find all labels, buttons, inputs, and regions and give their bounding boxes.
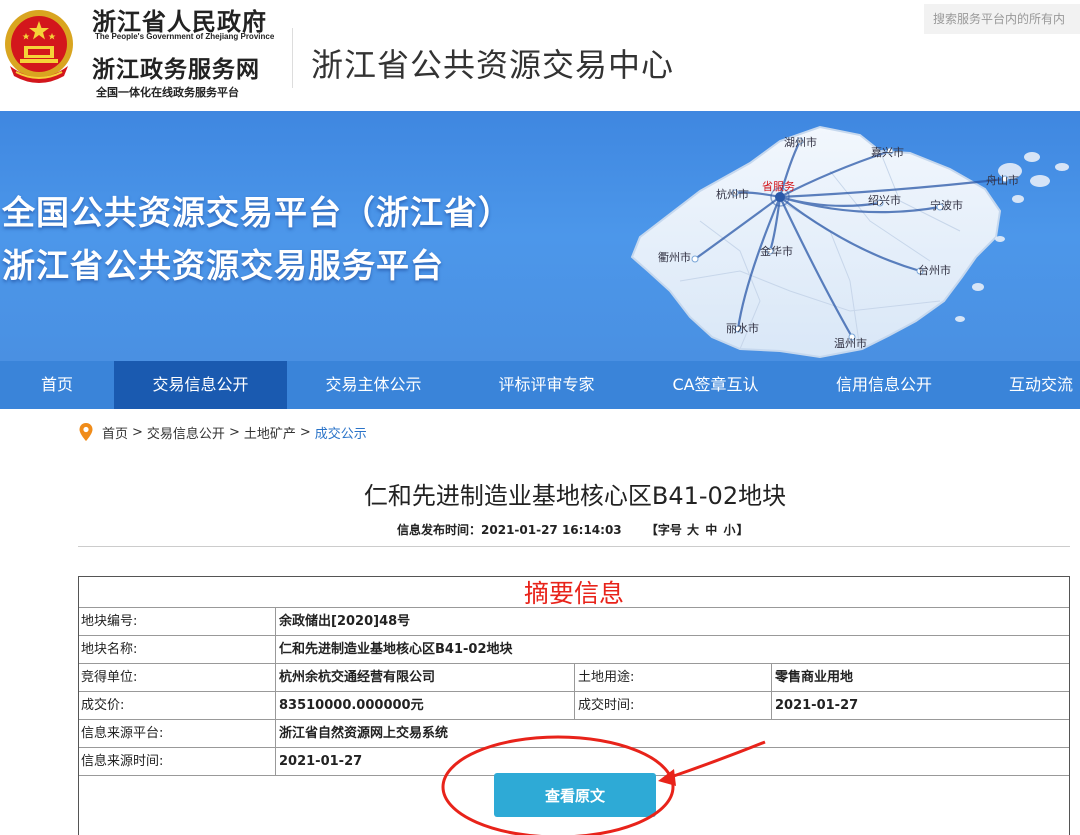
- cell-divider: [771, 692, 772, 719]
- map-label-jiaxing: 嘉兴市: [871, 145, 904, 159]
- nav-item-ca-signature[interactable]: CA签章互认: [633, 361, 798, 409]
- map-label-zhoushan: 舟山市: [986, 173, 1019, 187]
- site-header: 浙江省人民政府 The People's Government of Zheji…: [0, 0, 1080, 111]
- parcel-no-label: 地块编号:: [81, 614, 138, 629]
- summary-table: 摘要信息 地块编号: 余政储出[2020]48号 地块名称: 仁和先进制造业基地…: [78, 576, 1070, 835]
- source-platform-label: 信息来源平台:: [81, 726, 164, 741]
- deal-time-label: 成交时间:: [578, 698, 635, 713]
- winner-label: 竞得单位:: [81, 670, 138, 685]
- font-size-label: 【字号: [645, 523, 682, 537]
- article-title: 仁和先进制造业基地核心区B41-02地块: [363, 482, 787, 510]
- source-time-label: 信息来源时间:: [81, 754, 164, 769]
- cell-divider: [574, 664, 575, 691]
- nav-item-trade-subjects[interactable]: 交易主体公示: [287, 361, 460, 409]
- map-label-hub: 省服务: [762, 180, 795, 193]
- banner-title-line1: 全国公共资源交易平台（浙江省）: [2, 193, 512, 232]
- price-value: 83510000.000000元: [279, 698, 424, 713]
- crumb-land-mineral[interactable]: 土地矿产: [244, 423, 296, 442]
- land-use-label: 土地用途:: [578, 670, 635, 685]
- cell-divider: [275, 720, 276, 747]
- source-platform-value: 浙江省自然资源网上交易系统: [279, 726, 449, 741]
- nav-item-experts[interactable]: 评标评审专家: [460, 361, 633, 409]
- map-label-jinhua: 金华市: [760, 244, 793, 258]
- map-label-quzhou: 衢州市: [658, 250, 691, 264]
- crumb-separator: >: [228, 424, 240, 440]
- map-label-taizhou: 台州市: [918, 263, 951, 277]
- cell-divider: [275, 636, 276, 663]
- crumb-separator: >: [132, 424, 143, 440]
- cell-divider: [574, 692, 575, 719]
- main-nav: 首页 交易信息公开 交易主体公示 评标评审专家 CA签章互认 信用信息公开 互动…: [0, 361, 1080, 409]
- crumb-home[interactable]: 首页: [102, 423, 128, 442]
- crumb-deal-notice[interactable]: 成交公示: [315, 423, 367, 442]
- service-subtitle: 全国一体化在线政务服务平台: [96, 86, 239, 99]
- font-size-small[interactable]: 小: [723, 523, 735, 537]
- breadcrumb: 首页 > 交易信息公开 > 土地矿产 > 成交公示: [78, 421, 367, 443]
- source-time-value: 2021-01-27: [279, 754, 363, 769]
- crumb-separator: >: [299, 424, 311, 440]
- cell-divider: [771, 664, 772, 691]
- map-label-huzhou: 湖州市: [784, 135, 817, 149]
- zhejiang-map-graphic: 湖州市 嘉兴市 杭州市 省服务 绍兴市 宁波市 舟山市 衢州市 金华市 台州市 …: [630, 125, 1069, 359]
- nav-item-credit-info[interactable]: 信用信息公开: [798, 361, 970, 409]
- map-label-hangzhou: 杭州市: [716, 187, 749, 201]
- nav-item-interaction[interactable]: 互动交流: [970, 361, 1080, 409]
- service-title[interactable]: 浙江政务服务网: [92, 50, 260, 84]
- search-input[interactable]: [924, 4, 1080, 34]
- parcel-name-value: 仁和先进制造业基地核心区B41-02地块: [279, 642, 513, 657]
- winner-value: 杭州余杭交通经营有限公司: [279, 670, 436, 685]
- font-size-medium[interactable]: 中: [705, 523, 717, 537]
- gov-subtitle-en: The People's Government of Zhejiang Prov…: [95, 32, 275, 41]
- table-row: 信息来源平台: 浙江省自然资源网上交易系统: [79, 720, 1069, 748]
- cell-divider: [275, 692, 276, 719]
- font-size-large[interactable]: 大: [687, 523, 699, 537]
- table-row: 地块编号: 余政储出[2020]48号: [79, 608, 1069, 636]
- nav-item-home[interactable]: 首页: [0, 361, 114, 409]
- table-row: 竞得单位: 杭州余杭交通经营有限公司 土地用途: 零售商业用地: [79, 664, 1069, 692]
- parcel-name-label: 地块名称:: [81, 642, 138, 657]
- map-label-ningbo: 宁波市: [930, 198, 963, 212]
- table-row: 地块名称: 仁和先进制造业基地核心区B41-02地块: [79, 636, 1069, 664]
- article-meta: 信息发布时间：2021-01-27 16:14:03 【字号 大 中 小】: [397, 521, 748, 538]
- national-emblem-icon: [5, 10, 73, 83]
- divider: [78, 546, 1070, 547]
- summary-heading: 摘要信息: [79, 577, 1069, 608]
- header-divider: [292, 28, 293, 88]
- page-title[interactable]: 浙江省公共资源交易中心: [311, 40, 674, 86]
- table-row: 成交价: 83510000.000000元 成交时间: 2021-01-27: [79, 692, 1069, 720]
- nav-item-trade-info[interactable]: 交易信息公开: [114, 361, 287, 409]
- map-label-lishui: 丽水市: [726, 321, 759, 335]
- hero-banner: 湖州市 嘉兴市 杭州市 省服务 绍兴市 宁波市 舟山市 衢州市 金华市 台州市 …: [0, 111, 1080, 361]
- cell-divider: [275, 748, 276, 775]
- crumb-trade-info[interactable]: 交易信息公开: [147, 423, 225, 442]
- map-label-wenzhou: 温州市: [834, 336, 867, 350]
- publish-label: 信息发布时间：: [397, 523, 482, 537]
- parcel-no-value: 余政储出[2020]48号: [279, 614, 411, 629]
- table-row: 信息来源时间: 2021-01-27: [79, 748, 1069, 776]
- font-size-close: 】: [736, 523, 749, 537]
- cell-divider: [275, 664, 276, 691]
- font-size-control: 【字号 大 中 小】: [646, 523, 749, 537]
- deal-time-value: 2021-01-27: [775, 698, 859, 713]
- map-label-shaoxing: 绍兴市: [868, 193, 901, 207]
- price-label: 成交价:: [81, 698, 125, 713]
- location-pin-icon: [79, 423, 93, 441]
- publish-time: 2021-01-27 16:14:03: [481, 523, 622, 537]
- land-use-value: 零售商业用地: [775, 670, 854, 685]
- banner-title-line2: 浙江省公共资源交易服务平台: [2, 246, 444, 285]
- view-original-button[interactable]: 查看原文: [494, 773, 656, 817]
- cell-divider: [275, 608, 276, 635]
